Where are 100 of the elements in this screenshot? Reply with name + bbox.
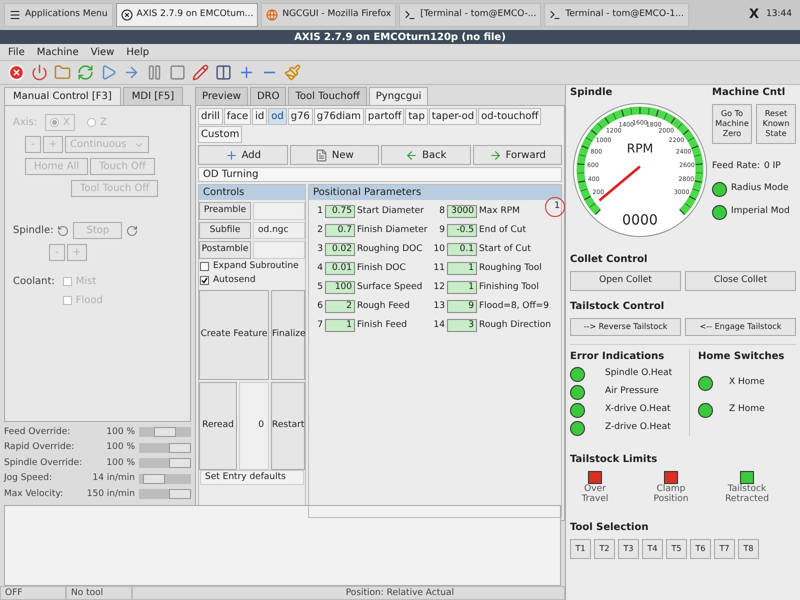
parameter-value-field[interactable]: 100 (325, 280, 355, 294)
parameter-value-field[interactable]: 1 (447, 262, 477, 274)
parameter-value-field[interactable]: -0.5 (447, 224, 477, 236)
play-icon[interactable] (100, 64, 117, 81)
parameter-value-field[interactable]: 0.1 (447, 242, 477, 256)
subroutine-tab[interactable]: face (224, 108, 252, 125)
machine-button[interactable]: Go To Machine Zero (712, 104, 752, 144)
checkbox[interactable] (200, 276, 209, 286)
set-entry-defaults-field[interactable]: Set Entry defaults (200, 470, 304, 485)
tab[interactable]: Pyngcgui (368, 87, 428, 105)
parameter-value-field[interactable]: 0.01 (325, 262, 355, 274)
tab[interactable]: Preview (195, 87, 248, 105)
action-button[interactable]: Add (198, 145, 288, 165)
finalize-button[interactable]: Finalize (271, 290, 305, 380)
clock: 13:44 (765, 8, 793, 22)
status-field: No tool (66, 586, 132, 600)
parameter-index: 2 (316, 224, 323, 236)
parameter-index: 5 (316, 280, 323, 294)
reread-button[interactable]: Reread (199, 382, 237, 470)
subroutine-tab[interactable]: g76diam (314, 108, 364, 125)
action-button[interactable]: Forward (472, 145, 562, 165)
subroutine-tab[interactable]: drill (198, 108, 223, 125)
tailstock-button[interactable]: <-- Engage Tailstock (685, 318, 796, 336)
reload-icon[interactable] (77, 64, 94, 81)
stop-icon[interactable] (169, 64, 186, 81)
parameter-value-field[interactable]: 3000 (447, 204, 477, 218)
parameter-value-field[interactable]: 0.75 (325, 204, 355, 218)
slider-track[interactable] (139, 442, 191, 453)
slider-track[interactable] (139, 458, 191, 468)
power-icon[interactable] (31, 64, 48, 81)
parameter-label: Roughing Tool (479, 262, 543, 274)
parameter-value-field[interactable]: 0.02 (325, 242, 355, 256)
action-button[interactable]: Back (381, 145, 470, 165)
step-icon[interactable] (123, 64, 140, 81)
tab[interactable]: Tool Touchoff (288, 87, 367, 105)
folder-icon[interactable] (54, 64, 71, 81)
file-field[interactable] (253, 241, 305, 258)
parameter-index: 1 (316, 204, 323, 218)
menu-item[interactable]: Help (126, 44, 150, 60)
file-button[interactable]: Postamble (199, 241, 251, 258)
parameter-value-field[interactable]: 9 (447, 300, 477, 312)
tab[interactable]: DRO (250, 87, 286, 105)
slider-thumb[interactable] (169, 442, 191, 453)
tool-button[interactable]: T4 (642, 538, 663, 558)
taskbar-item[interactable]: NGCGUI - Mozilla Firefox (261, 3, 396, 27)
slider-track[interactable] (139, 489, 191, 500)
tool-button[interactable]: T2 (594, 538, 615, 558)
collet-button[interactable]: Open Collet (570, 271, 681, 290)
slider-thumb[interactable] (142, 474, 165, 484)
file-field[interactable]: od.ngc (253, 222, 305, 239)
slider-track[interactable] (139, 427, 191, 438)
menu-item[interactable]: File (8, 44, 25, 60)
tool-button[interactable]: T1 (570, 538, 591, 558)
subroutine-tab[interactable]: od (268, 108, 287, 125)
subroutine-tab[interactable]: partoff (364, 108, 404, 125)
checkbox[interactable] (200, 262, 209, 271)
subroutine-tab[interactable]: tap (405, 108, 428, 125)
taskbar-item[interactable]: [Terminal - tom@EMCO-... (399, 3, 542, 27)
slider-thumb[interactable] (169, 458, 191, 468)
coolant-label: Coolant: (13, 275, 55, 289)
subroutine-tab[interactable]: g76 (288, 108, 313, 125)
menu-item[interactable]: View (90, 44, 114, 60)
tool-button[interactable]: T5 (666, 538, 687, 558)
collet-button[interactable]: Close Collet (685, 271, 796, 290)
pencil-icon[interactable] (192, 64, 209, 81)
action-button[interactable]: New (290, 145, 379, 165)
parameter-value-field[interactable]: 3 (447, 318, 477, 332)
file-button[interactable]: Subfile (199, 222, 251, 239)
create-feature-button[interactable]: Create Feature (199, 290, 269, 380)
taskbar-item[interactable]: Terminal - tom@EMCO-1... (544, 3, 689, 27)
subroutine-tab[interactable]: od-touchoff (478, 108, 542, 125)
parameter-value-field[interactable]: 1 (325, 318, 355, 332)
pause-icon[interactable] (146, 64, 163, 81)
parameter-value-field[interactable]: 2 (325, 300, 355, 312)
estop-icon[interactable] (8, 64, 25, 81)
zoom-in-icon[interactable] (238, 64, 255, 81)
taskbar-item[interactable]: Applications Menu (4, 3, 113, 27)
subroutine-tab[interactable]: taper-od (428, 108, 478, 125)
slider-thumb[interactable] (169, 489, 191, 500)
file-button[interactable]: Preamble (199, 202, 251, 220)
subroutine-tab[interactable]: Custom (198, 126, 242, 143)
columns-icon[interactable] (215, 64, 232, 81)
tool-button[interactable]: T8 (738, 538, 759, 558)
parameter-value-field[interactable]: 0.7 (325, 224, 355, 236)
restart-button[interactable]: Restart (271, 382, 305, 470)
tool-button[interactable]: T7 (714, 538, 735, 558)
tailstock-button[interactable]: --> Reverse Tailstock (570, 318, 681, 336)
subroutine-tab[interactable]: id (252, 108, 268, 125)
tool-button[interactable]: T6 (690, 538, 711, 558)
parameter-value-field[interactable]: 1 (447, 280, 477, 294)
tool-button[interactable]: T3 (618, 538, 639, 558)
file-field[interactable] (253, 202, 305, 220)
feed-rate-label: Feed Rate: (712, 160, 760, 173)
menu-item[interactable]: Machine (36, 44, 79, 60)
machine-button[interactable]: Reset Known State (756, 104, 796, 144)
slider-thumb[interactable] (154, 427, 176, 438)
feature-name-field[interactable]: OD Turning (198, 167, 562, 182)
brush-icon[interactable] (284, 64, 301, 81)
taskbar-item[interactable]: AXIS 2.7.9 on EMCOtum... (116, 3, 258, 27)
slider-track[interactable] (139, 474, 191, 484)
